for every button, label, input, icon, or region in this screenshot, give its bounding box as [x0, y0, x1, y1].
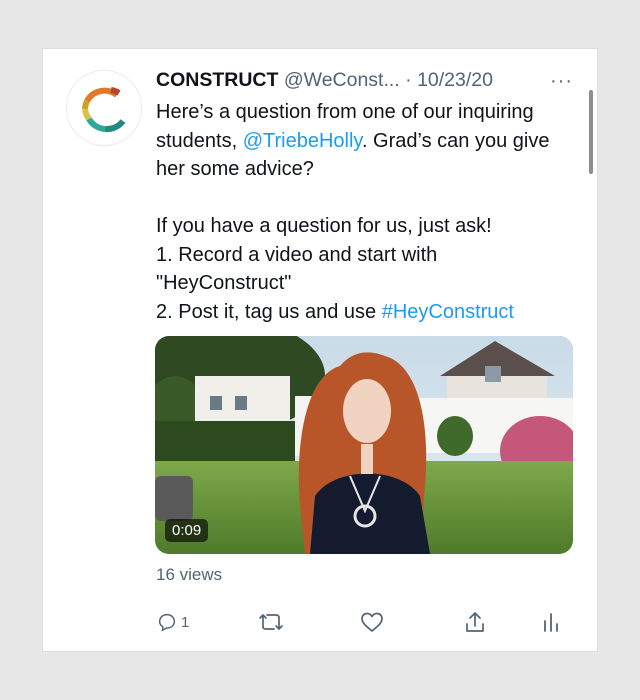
retweet-icon: [259, 614, 283, 630]
view-count: 16 views: [156, 565, 223, 584]
scrollbar[interactable]: [589, 90, 593, 174]
tweet-date[interactable]: 10/23/20: [417, 69, 493, 91]
retweet-button[interactable]: [258, 606, 284, 638]
tweet-line: If you have a question for us, just ask!: [156, 215, 492, 237]
tweet-actions: 1: [0, 606, 640, 638]
reply-button[interactable]: 1: [156, 606, 189, 638]
video-player[interactable]: 0:09: [155, 336, 573, 554]
tweet-text-segment: 2. Post it, tag us and use: [156, 300, 382, 323]
reply-icon: [158, 613, 176, 632]
tweet-line: 2. Post it, tag us and use #HeyConstruct: [156, 298, 576, 327]
video-thumbnail: [155, 336, 573, 554]
author-name[interactable]: CONSTRUCT: [156, 69, 278, 91]
tweet-paragraph-1: Here’s a question from one of our inquir…: [156, 98, 576, 184]
analytics-icon: [544, 613, 558, 632]
like-button[interactable]: [360, 606, 384, 638]
share-button[interactable]: [464, 606, 486, 638]
mention-link[interactable]: @TriebeHolly: [243, 130, 362, 152]
analytics-button[interactable]: [541, 606, 561, 638]
separator-dot: ·: [405, 69, 412, 91]
video-duration: 0:09: [165, 519, 209, 542]
construct-logo-icon: [82, 87, 126, 133]
tweet-text: Here’s a question from one of our inquir…: [156, 98, 576, 326]
reply-count: 1: [181, 613, 190, 631]
share-icon: [466, 612, 484, 632]
like-icon: [361, 612, 383, 632]
hashtag-link[interactable]: #HeyConstruct: [382, 301, 514, 323]
tweet-line: 1. Record a video and start with "HeyCon…: [156, 243, 438, 295]
author-handle[interactable]: @WeConst...: [284, 69, 400, 91]
tweet-header: CONSTRUCT @WeConst... · 10/23/20: [156, 69, 493, 95]
avatar[interactable]: [66, 70, 142, 146]
more-options-icon[interactable]: ···: [550, 70, 573, 93]
